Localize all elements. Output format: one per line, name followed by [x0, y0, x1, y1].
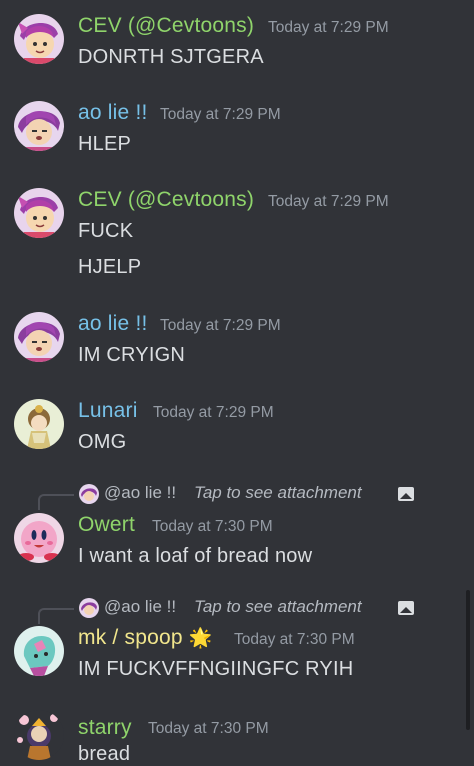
ao-lie-avatar-image	[14, 312, 64, 362]
ao-lie-avatar-image	[14, 101, 64, 151]
image-icon	[398, 487, 414, 501]
reply-avatar	[79, 598, 99, 618]
reply-avatar	[79, 484, 99, 504]
reply-text[interactable]: Tap to see attachment	[194, 597, 362, 617]
avatar[interactable]	[14, 626, 64, 676]
ao-lie-avatar-mini	[79, 598, 99, 618]
avatar[interactable]	[14, 513, 64, 563]
cev-avatar-image	[14, 188, 64, 238]
author-name[interactable]: Lunari	[78, 399, 138, 423]
timestamp: Today at 7:29 PM	[153, 404, 274, 421]
author-name[interactable]: mk / spoop 🌟	[78, 626, 213, 650]
avatar[interactable]	[14, 101, 64, 151]
avatar[interactable]	[14, 312, 64, 362]
timestamp: Today at 7:29 PM	[160, 106, 281, 123]
author-name[interactable]: Owert	[78, 513, 135, 537]
avatar[interactable]	[14, 14, 64, 64]
owert-avatar-image	[14, 513, 64, 563]
avatar[interactable]	[14, 188, 64, 238]
reply-spine	[38, 494, 74, 510]
author-name[interactable]: CEV (@Cevtoons)	[78, 188, 254, 212]
message-text: IM FUCKVFFNGIINGFC RYIH	[78, 658, 354, 680]
message-text: OMG	[78, 431, 127, 453]
reply-spine	[38, 608, 74, 624]
message-text: bread	[78, 743, 131, 765]
author-name[interactable]: CEV (@Cevtoons)	[78, 14, 254, 38]
message-text: DONRTH SJTGERA	[78, 46, 264, 68]
timestamp: Today at 7:30 PM	[148, 720, 269, 737]
timestamp: Today at 7:30 PM	[234, 631, 355, 648]
timestamp: Today at 7:29 PM	[160, 317, 281, 334]
message-text: HLEP	[78, 133, 132, 155]
reply-preview[interactable]: @ao lie !! Tap to see attachment	[0, 595, 474, 624]
starry-avatar-image	[14, 710, 64, 760]
reply-author[interactable]: @ao lie !!	[104, 483, 176, 503]
reply-text[interactable]: Tap to see attachment	[194, 483, 362, 503]
mk-avatar-image	[14, 626, 64, 676]
image-icon	[398, 601, 414, 615]
star-emoji-icon: 🌟	[188, 628, 213, 649]
author-name[interactable]: starry	[78, 716, 132, 740]
ao-lie-avatar-mini	[79, 484, 99, 504]
author-name[interactable]: ao lie !!	[78, 312, 148, 336]
author-name[interactable]: ao lie !!	[78, 101, 148, 125]
author-name-text[interactable]: mk / spoop	[78, 626, 183, 649]
avatar[interactable]	[14, 399, 64, 449]
message-text: IM CRYIGN	[78, 344, 185, 366]
message-text: FUCK	[78, 220, 134, 242]
reply-author[interactable]: @ao lie !!	[104, 597, 176, 617]
lunari-avatar-image	[14, 399, 64, 449]
message-text: HJELP	[78, 256, 142, 278]
timestamp: Today at 7:29 PM	[268, 19, 389, 36]
scrollbar[interactable]	[466, 590, 470, 730]
timestamp: Today at 7:29 PM	[268, 193, 389, 210]
avatar[interactable]	[14, 710, 64, 760]
timestamp: Today at 7:30 PM	[152, 518, 273, 535]
reply-preview[interactable]: @ao lie !! Tap to see attachment	[0, 481, 474, 510]
cev-avatar-image	[14, 14, 64, 64]
message-text: I want a loaf of bread now	[78, 545, 313, 567]
